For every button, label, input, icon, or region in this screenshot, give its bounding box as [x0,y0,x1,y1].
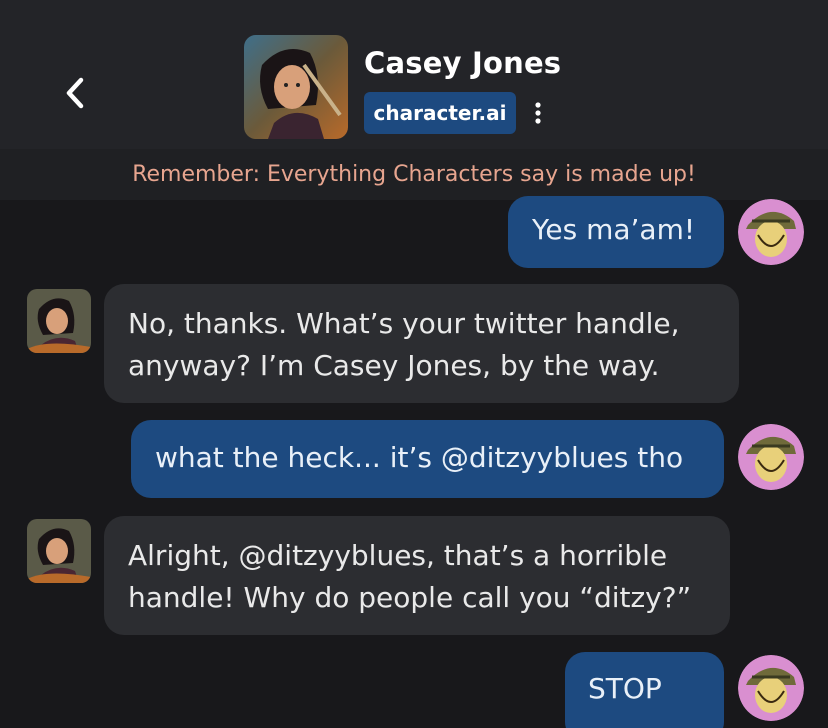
character-message-bubble: Alright, @ditzyyblues, that’s a horrible… [104,516,730,635]
user-avatar[interactable] [738,655,804,721]
chat-screen: Casey Jones character.ai Remember: Every… [0,0,828,728]
character-message-bubble: No, thanks. What’s your twitter handle, … [104,284,739,403]
character-message-avatar[interactable] [27,519,91,583]
message-text-line: No, thanks. What’s your twitter handle, [128,307,680,340]
message-text: Yes ma’am! [532,213,696,246]
more-vertical-icon [535,102,541,124]
back-button[interactable] [58,76,92,110]
message-text-line: handle! Why do people call you “ditzy?” [128,581,692,614]
user-message-bubble: Yes ma’am! [508,196,724,268]
user-message-bubble: STOP [565,652,724,728]
user-message-bubble: what the heck... it’s @ditzyyblues tho [131,420,724,498]
character-ai-badge: character.ai [364,92,516,134]
message-text-line: Alright, @ditzyyblues, that’s a horrible [128,539,668,572]
character-name: Casey Jones [364,46,562,80]
more-options-button[interactable] [526,96,550,130]
message-text: what the heck... it’s @ditzyyblues tho [155,441,684,474]
user-avatar[interactable] [738,424,804,490]
user-avatar[interactable] [738,199,804,265]
message-text: STOP [588,672,662,705]
character-avatar[interactable] [244,35,348,139]
message-text-line: anyway? I’m Casey Jones, by the way. [128,349,660,382]
chat-header: Casey Jones character.ai [0,0,828,149]
character-message-avatar[interactable] [27,289,91,353]
disclaimer-banner: Remember: Everything Characters say is m… [0,149,828,200]
back-arrow-icon [66,77,84,109]
